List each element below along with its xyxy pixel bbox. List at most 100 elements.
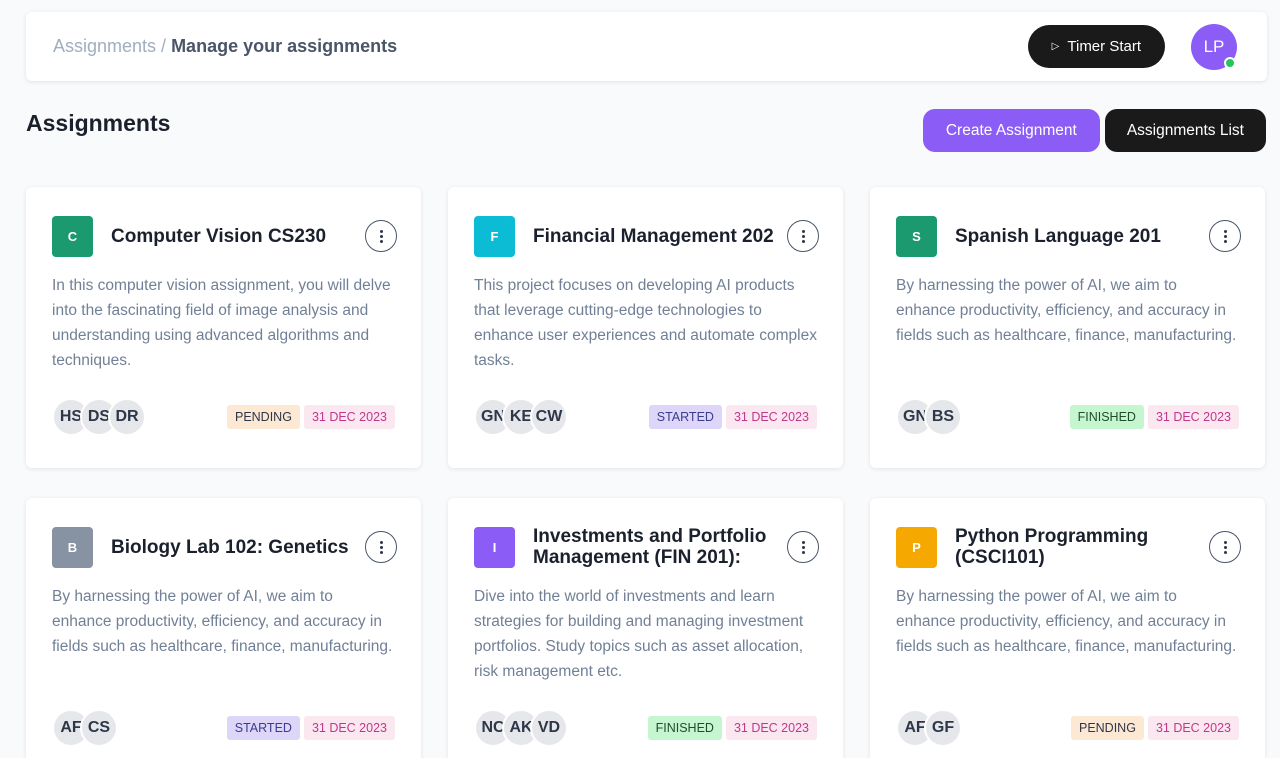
- course-initial-tile: B: [52, 526, 93, 568]
- more-vertical-icon: [1223, 540, 1227, 554]
- course-initial-tile: S: [896, 215, 937, 257]
- status-badge: FINISHED: [647, 716, 722, 740]
- member-avatars: GN BS: [896, 398, 962, 436]
- member-avatar[interactable]: CW: [530, 398, 568, 436]
- card-footer: NC AK VD FINISHED 31 DEC 2023: [474, 709, 817, 747]
- card-description: By harnessing the power of AI, we aim to…: [896, 588, 1237, 655]
- due-date-badge: 31 DEC 2023: [1147, 405, 1239, 429]
- status-badge: PENDING: [226, 405, 300, 429]
- due-date-badge: 31 DEC 2023: [303, 405, 395, 429]
- timer-start-label: Timer Start: [1067, 38, 1141, 55]
- assignments-list-button[interactable]: Assignments List: [1104, 109, 1266, 152]
- card-title[interactable]: Python Programming (CSCI101): [955, 526, 1209, 568]
- card-footer: GN KE CW STARTED 31 DEC 2023: [474, 398, 817, 436]
- card-footer: AF CS STARTED 31 DEC 2023: [52, 709, 395, 747]
- page-actions: Create Assignment Assignments List: [922, 109, 1266, 152]
- card-description: In this computer vision assignment, you …: [52, 277, 391, 369]
- card-badges: PENDING 31 DEC 2023: [1070, 716, 1239, 740]
- due-date-badge: 31 DEC 2023: [725, 716, 817, 740]
- more-options-button[interactable]: [787, 531, 819, 563]
- card-description: This project focuses on developing AI pr…: [474, 277, 817, 369]
- assignment-card[interactable]: S Spanish Language 201 By harnessing the…: [870, 187, 1265, 468]
- more-options-button[interactable]: [1209, 220, 1241, 252]
- member-avatars: HS DS DR: [52, 398, 146, 436]
- card-header: B Biology Lab 102: Genetics: [52, 524, 397, 570]
- status-badge: FINISHED: [1069, 405, 1144, 429]
- member-avatar[interactable]: GF: [924, 709, 962, 747]
- card-badges: PENDING 31 DEC 2023: [226, 405, 395, 429]
- page-title: Assignments: [26, 110, 171, 136]
- assignment-card[interactable]: F Financial Management 202 This project …: [448, 187, 843, 468]
- assignment-card[interactable]: P Python Programming (CSCI101) By harnes…: [870, 498, 1265, 758]
- user-initials: LP: [1203, 36, 1225, 56]
- more-options-button[interactable]: [787, 220, 819, 252]
- course-initial: S: [912, 228, 921, 244]
- more-options-button[interactable]: [1209, 531, 1241, 563]
- online-status-dot: [1224, 56, 1236, 69]
- course-initial-tile: P: [896, 526, 937, 568]
- card-title[interactable]: Computer Vision CS230: [111, 226, 365, 247]
- breadcrumb: Assignments / Manage your assignments: [53, 36, 397, 57]
- member-avatar[interactable]: DR: [108, 398, 146, 436]
- card-footer: AF GF PENDING 31 DEC 2023: [896, 709, 1239, 747]
- course-initial: B: [67, 539, 78, 555]
- breadcrumb-current: Manage your assignments: [171, 36, 398, 56]
- course-initial: C: [67, 228, 78, 244]
- breadcrumb-separator: /: [161, 36, 167, 56]
- due-date-badge: 31 DEC 2023: [1147, 716, 1239, 740]
- member-avatars: GN KE CW: [474, 398, 568, 436]
- breadcrumb-root-link[interactable]: Assignments: [53, 36, 156, 57]
- assignment-card[interactable]: C Computer Vision CS230 In this computer…: [26, 187, 421, 468]
- course-initial-tile: I: [474, 526, 515, 568]
- card-footer: HS DS DR PENDING 31 DEC 2023: [52, 398, 395, 436]
- member-avatar[interactable]: BS: [924, 398, 962, 436]
- card-header: S Spanish Language 201: [896, 213, 1241, 259]
- card-header: F Financial Management 202: [474, 213, 819, 259]
- member-avatar[interactable]: VD: [530, 709, 568, 747]
- status-badge: PENDING: [1070, 716, 1144, 740]
- more-vertical-icon: [379, 229, 383, 243]
- status-badge: STARTED: [226, 716, 300, 740]
- card-header: C Computer Vision CS230: [52, 213, 397, 259]
- assignment-card-grid: C Computer Vision CS230 In this computer…: [26, 187, 1265, 758]
- course-initial: I: [492, 539, 497, 555]
- more-vertical-icon: [1223, 229, 1227, 243]
- user-avatar[interactable]: LP: [1191, 23, 1237, 70]
- member-avatars: AF CS: [52, 709, 118, 747]
- member-avatars: NC AK VD: [474, 709, 568, 747]
- more-options-button[interactable]: [365, 531, 397, 563]
- card-description: By harnessing the power of AI, we aim to…: [52, 588, 393, 655]
- card-title[interactable]: Financial Management 202: [533, 226, 787, 247]
- create-assignment-button[interactable]: Create Assignment: [922, 109, 1100, 152]
- status-badge: STARTED: [648, 405, 722, 429]
- course-initial: F: [490, 228, 499, 244]
- course-initial: P: [912, 539, 921, 555]
- course-initial-tile: C: [52, 215, 93, 257]
- member-avatar[interactable]: CS: [80, 709, 118, 747]
- course-initial-tile: F: [474, 215, 515, 257]
- member-avatars: AF GF: [896, 709, 962, 747]
- card-badges: FINISHED 31 DEC 2023: [1069, 405, 1239, 429]
- card-badges: STARTED 31 DEC 2023: [648, 405, 817, 429]
- card-header: I Investments and Portfolio Management (…: [474, 524, 819, 570]
- card-description: Dive into the world of investments and l…: [474, 588, 804, 680]
- card-description: By harnessing the power of AI, we aim to…: [896, 277, 1237, 344]
- card-title[interactable]: Spanish Language 201: [955, 226, 1209, 247]
- card-badges: STARTED 31 DEC 2023: [226, 716, 395, 740]
- more-vertical-icon: [379, 540, 383, 554]
- card-title[interactable]: Investments and Portfolio Management (FI…: [533, 526, 787, 568]
- due-date-badge: 31 DEC 2023: [303, 716, 395, 740]
- more-vertical-icon: [801, 229, 805, 243]
- assignment-card[interactable]: I Investments and Portfolio Management (…: [448, 498, 843, 758]
- assignment-card[interactable]: B Biology Lab 102: Genetics By harnessin…: [26, 498, 421, 758]
- more-options-button[interactable]: [365, 220, 397, 252]
- play-icon: ▷: [1051, 41, 1060, 52]
- more-vertical-icon: [801, 540, 805, 554]
- top-bar: Assignments / Manage your assignments ▷ …: [26, 12, 1267, 81]
- card-title[interactable]: Biology Lab 102: Genetics: [111, 537, 365, 558]
- timer-start-button[interactable]: ▷ Timer Start: [1027, 25, 1165, 68]
- card-badges: FINISHED 31 DEC 2023: [647, 716, 817, 740]
- card-footer: GN BS FINISHED 31 DEC 2023: [896, 398, 1239, 436]
- card-header: P Python Programming (CSCI101): [896, 524, 1241, 570]
- due-date-badge: 31 DEC 2023: [725, 405, 817, 429]
